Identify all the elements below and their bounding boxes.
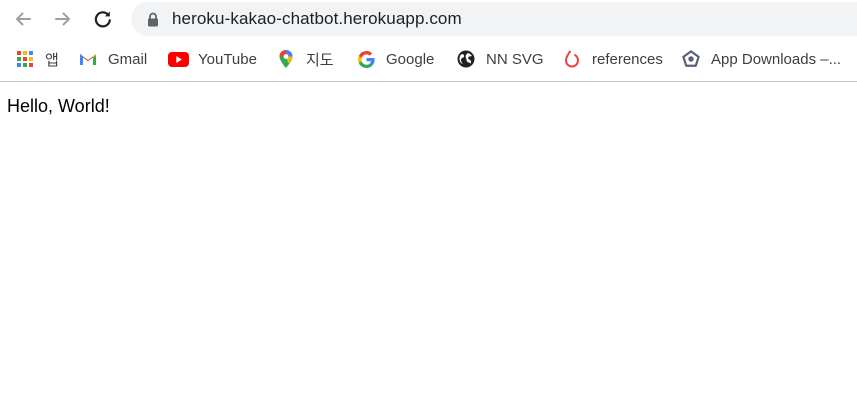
pentagon-icon [682,50,700,68]
apps-grid-icon [16,50,34,68]
page-text: Hello, World! [7,96,110,116]
address-bar[interactable]: heroku-kakao-chatbot.herokuapp.com [131,2,857,36]
bookmark-app-downloads[interactable]: App Downloads –... [682,47,841,71]
bookmark-gmail[interactable]: Gmail [79,47,147,71]
bookmark-apps[interactable]: 앱 [16,47,59,71]
reload-button[interactable] [88,4,118,34]
bookmark-nn-svg[interactable]: NN SVG [457,47,544,71]
google-icon [357,50,375,68]
gmail-icon [79,50,97,68]
reload-icon [94,11,111,28]
bookmark-label: references [592,50,663,68]
browser-toolbar: heroku-kakao-chatbot.herokuapp.com [0,0,857,38]
page-content: Hello, World! [0,82,857,406]
bookmark-label: Google [386,50,435,68]
bookmarks-bar: 앱 Gmail YouTube 지도 Google NN SVG referen… [0,38,857,82]
forward-button[interactable] [48,4,78,34]
back-button[interactable] [8,4,38,34]
bookmark-label: Gmail [108,50,148,68]
maps-pin-icon [277,50,295,68]
arrow-left-icon [16,12,31,26]
arrow-right-icon [55,12,70,26]
lock-icon [147,11,159,27]
bookmark-label: 지도 [306,51,334,69]
url-text: heroku-kakao-chatbot.herokuapp.com [172,9,462,28]
youtube-icon [168,50,189,68]
bookmark-references[interactable]: references [563,47,663,71]
flame-icon [563,50,581,68]
bookmark-label: App Downloads –... [711,50,842,68]
bookmark-maps[interactable]: 지도 [277,47,334,71]
bookmark-google[interactable]: Google [357,47,434,71]
bookmark-youtube[interactable]: YouTube [168,47,257,71]
bookmark-label: 앱 [45,51,59,69]
bookmark-label: NN SVG [486,50,544,68]
globe-icon [457,50,475,68]
bookmark-label: YouTube [198,50,257,68]
